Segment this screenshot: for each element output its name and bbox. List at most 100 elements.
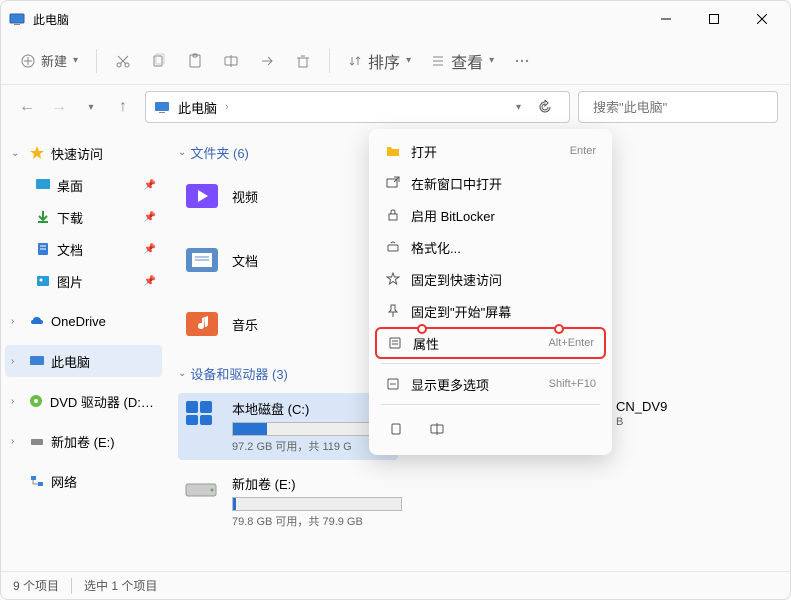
menu-label: 固定到"开始"屏幕 xyxy=(411,302,596,321)
sort-icon xyxy=(348,54,362,68)
pin-icon: 📌 xyxy=(144,244,156,255)
up-button[interactable]: ↑ xyxy=(109,93,137,121)
item-count: 9 个项目 xyxy=(13,577,59,594)
folder-videos[interactable]: 视频 xyxy=(178,172,358,220)
maximize-button[interactable] xyxy=(694,5,734,33)
search-input[interactable] xyxy=(593,100,769,115)
desktop-icon xyxy=(35,177,51,193)
drive-icon xyxy=(184,399,220,427)
view-label: 查看 xyxy=(451,49,483,73)
videos-icon xyxy=(182,176,222,216)
sidebar-label: 快速访问 xyxy=(51,144,103,163)
menu-bitlocker[interactable]: 启用 BitLocker xyxy=(375,199,606,231)
folder-open-icon xyxy=(385,143,401,159)
action-copy[interactable] xyxy=(381,413,413,445)
sort-button[interactable]: 排序 ▾ xyxy=(340,45,419,77)
cloud-icon xyxy=(29,313,45,329)
action-rename[interactable] xyxy=(421,413,453,445)
menu-open-new-window[interactable]: 在新窗口中打开 xyxy=(375,167,606,199)
music-icon xyxy=(182,304,222,344)
sidebar-item-network[interactable]: 网络 xyxy=(5,465,162,497)
menu-pin-quick-access[interactable]: 固定到快速访问 xyxy=(375,263,606,295)
pc-icon xyxy=(29,353,45,369)
delete-button[interactable] xyxy=(287,45,319,77)
paste-icon xyxy=(187,53,203,69)
drive-stats: 79.8 GB 可用，共 79.9 GB xyxy=(232,513,402,529)
chevron-down-icon[interactable]: ▾ xyxy=(516,102,521,113)
pin-icon: 📌 xyxy=(144,276,156,287)
sidebar-item-dvd[interactable]: › DVD 驱动器 (D:) CC xyxy=(5,385,162,417)
cut-button[interactable] xyxy=(107,45,139,77)
folder-label: 视频 xyxy=(232,187,258,206)
close-button[interactable] xyxy=(742,5,782,33)
menu-label: 显示更多选项 xyxy=(411,375,539,394)
new-label: 新建 xyxy=(41,51,67,70)
devices-header-label: 设备和驱动器 (3) xyxy=(190,364,288,383)
menu-shortcut: Shift+F10 xyxy=(549,378,596,390)
drive-e[interactable]: 新加卷 (E:) 79.8 GB 可用，共 79.9 GB xyxy=(178,468,398,535)
breadcrumb[interactable]: 此电脑 xyxy=(178,98,217,117)
sidebar-item-this-pc[interactable]: › 此电脑 xyxy=(5,345,162,377)
refresh-button[interactable] xyxy=(529,91,561,123)
sidebar-item-pictures[interactable]: 图片 📌 xyxy=(5,265,162,297)
drive-capacity-bar xyxy=(232,497,402,511)
drive-peek-sub: B xyxy=(616,416,667,428)
rename-button[interactable] xyxy=(215,45,247,77)
pin-icon: 📌 xyxy=(144,212,156,223)
back-button[interactable]: ← xyxy=(13,93,41,121)
status-bar: 9 个项目 选中 1 个项目 xyxy=(1,571,790,599)
sidebar-item-documents[interactable]: 文档 📌 xyxy=(5,233,162,265)
sidebar-item-desktop[interactable]: 桌面 📌 xyxy=(5,169,162,201)
properties-icon xyxy=(387,335,403,351)
menu-label: 启用 BitLocker xyxy=(411,206,596,225)
minimize-button[interactable] xyxy=(646,5,686,33)
folder-documents[interactable]: 文档 xyxy=(178,236,358,284)
sidebar-item-new-volume[interactable]: › 新加卷 (E:) xyxy=(5,425,162,457)
new-window-icon xyxy=(385,175,401,191)
address-bar[interactable]: 此电脑 › ▾ xyxy=(145,91,570,123)
view-button[interactable]: 查看 ▾ xyxy=(423,45,502,77)
navigation-row: ← → ▾ ↑ 此电脑 › ▾ xyxy=(1,85,790,129)
menu-label: 在新窗口中打开 xyxy=(411,174,596,193)
share-button[interactable] xyxy=(251,45,283,77)
forward-button[interactable]: → xyxy=(45,93,73,121)
folder-label: 文档 xyxy=(232,251,258,270)
menu-properties[interactable]: 属性 Alt+Enter xyxy=(375,327,606,359)
toolbar-separator xyxy=(96,49,97,73)
copy-button[interactable] xyxy=(143,45,175,77)
chevron-down-icon: ⌄ xyxy=(178,368,186,379)
menu-format[interactable]: 格式化... xyxy=(375,231,606,263)
paste-button[interactable] xyxy=(179,45,211,77)
menu-show-more[interactable]: 显示更多选项 Shift+F10 xyxy=(375,368,606,400)
rename-icon xyxy=(429,421,445,437)
new-button[interactable]: 新建 ▾ xyxy=(13,45,86,77)
selection-count: 选中 1 个项目 xyxy=(84,577,157,594)
menu-open[interactable]: 打开 Enter xyxy=(375,135,606,167)
more-button[interactable] xyxy=(506,45,538,77)
pc-icon xyxy=(9,11,25,27)
sort-label: 排序 xyxy=(368,49,400,73)
menu-pin-start[interactable]: 固定到"开始"屏幕 xyxy=(375,295,606,327)
chevron-right-icon: › xyxy=(11,396,22,407)
toolbar-separator xyxy=(329,49,330,73)
pin-icon: 📌 xyxy=(144,180,156,191)
sidebar-item-onedrive[interactable]: › OneDrive xyxy=(5,305,162,337)
folder-music[interactable]: 音乐 xyxy=(178,300,358,348)
drive-c[interactable]: 本地磁盘 (C:) 97.2 GB 可用，共 119 G xyxy=(178,393,398,460)
recent-button[interactable]: ▾ xyxy=(77,93,105,121)
toolbar: 新建 ▾ 排序 ▾ 查看 ▾ xyxy=(1,37,790,85)
sidebar-item-quick-access[interactable]: ⌄ 快速访问 xyxy=(5,137,162,169)
sidebar-label: 新加卷 (E:) xyxy=(51,432,115,451)
sidebar-item-downloads[interactable]: 下载 📌 xyxy=(5,201,162,233)
copy-icon xyxy=(151,53,167,69)
chevron-right-icon: › xyxy=(225,101,229,113)
sidebar-label: 文档 xyxy=(57,240,83,259)
search-box[interactable] xyxy=(578,91,778,123)
pc-icon xyxy=(154,99,170,115)
document-icon xyxy=(35,241,51,257)
rename-icon xyxy=(223,53,239,69)
window-title: 此电脑 xyxy=(33,11,646,28)
pin-icon xyxy=(385,303,401,319)
network-icon xyxy=(29,473,45,489)
menu-label: 格式化... xyxy=(411,238,596,257)
